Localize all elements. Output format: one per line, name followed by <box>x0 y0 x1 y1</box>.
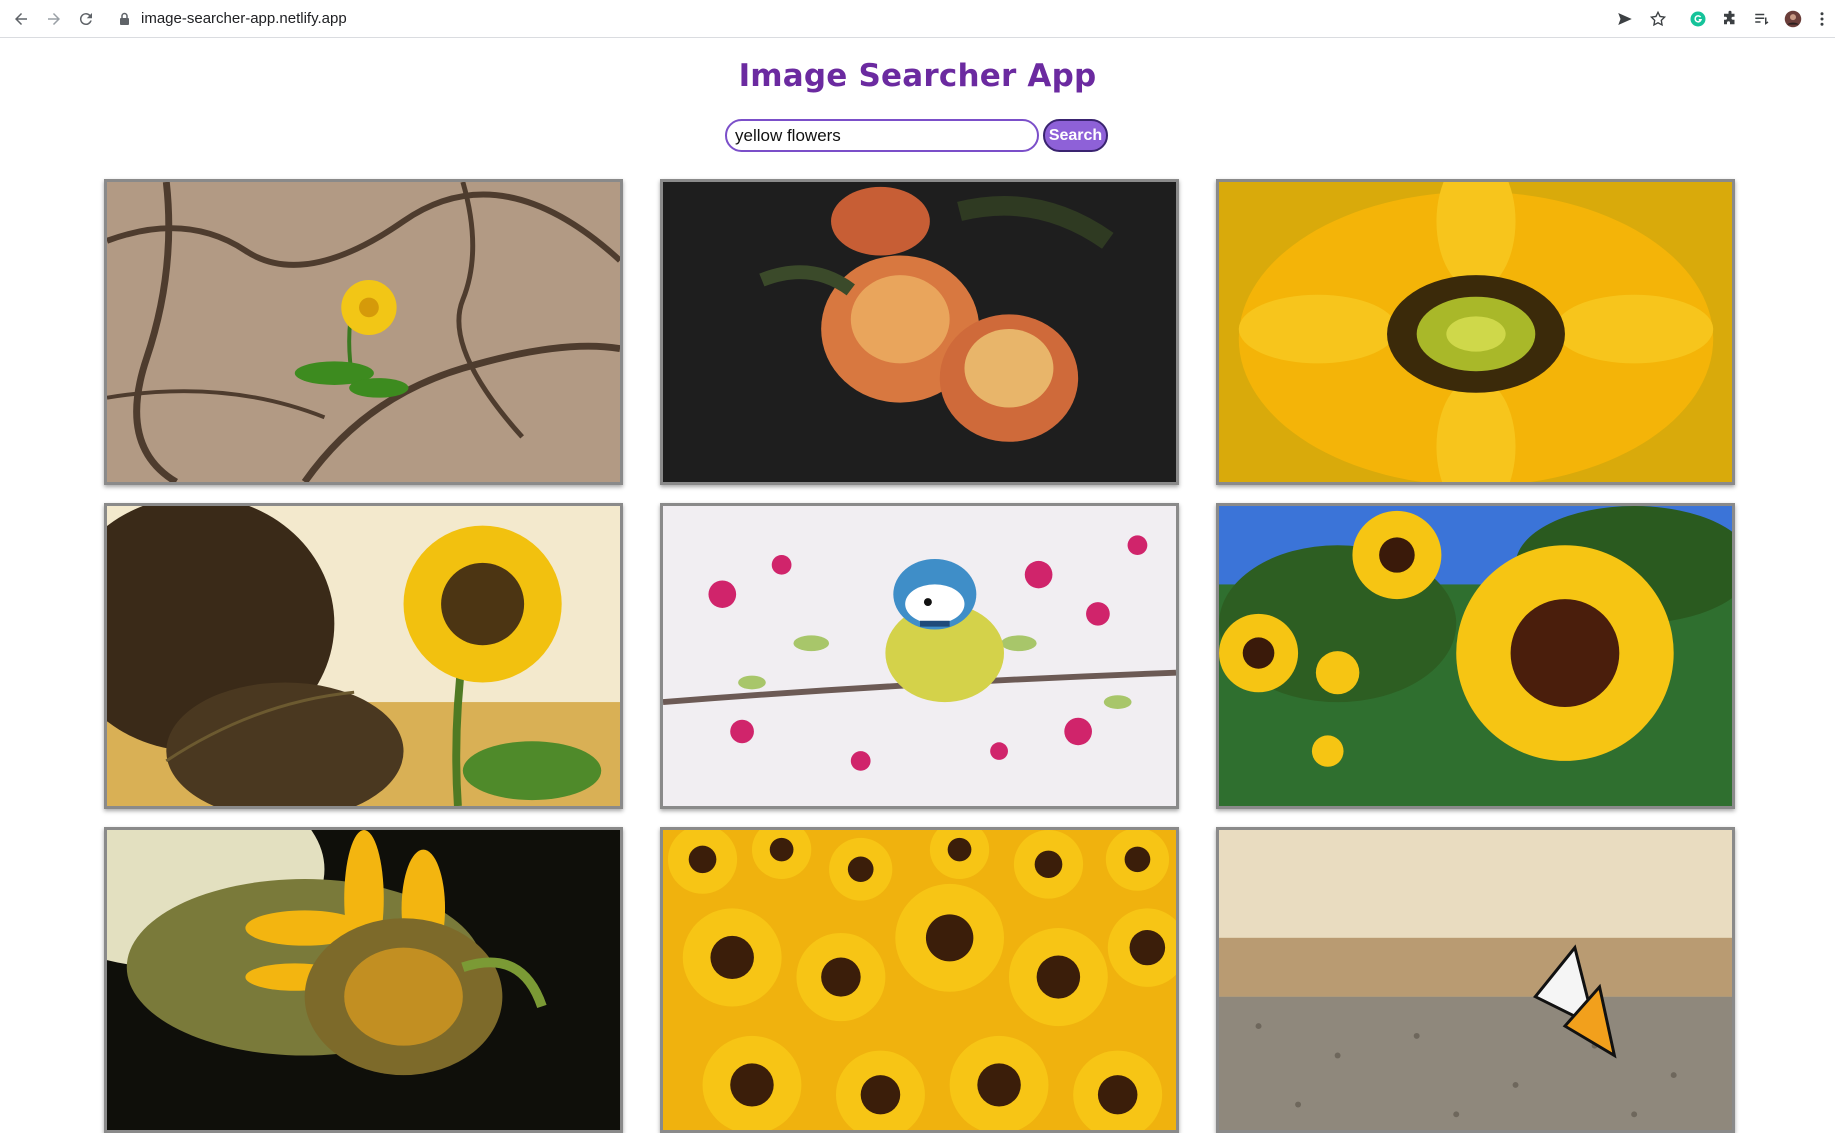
back-icon[interactable] <box>9 7 33 31</box>
forward-icon[interactable] <box>42 7 66 31</box>
menu-icon[interactable] <box>1815 8 1829 30</box>
result-image[interactable] <box>104 503 623 809</box>
result-image[interactable] <box>1216 503 1735 809</box>
grammarly-icon[interactable] <box>1687 8 1709 30</box>
address-bar-url[interactable]: image-searcher-app.netlify.app <box>141 10 347 27</box>
result-image[interactable] <box>1216 827 1735 1133</box>
result-image[interactable] <box>660 827 1179 1133</box>
result-image[interactable] <box>104 179 623 485</box>
search-button[interactable]: Search <box>1043 119 1108 152</box>
lock-icon[interactable] <box>119 12 130 26</box>
send-icon[interactable] <box>1614 8 1636 30</box>
search-input[interactable] <box>725 119 1039 152</box>
profile-avatar[interactable] <box>1782 8 1804 30</box>
result-image[interactable] <box>1216 179 1735 485</box>
page-title: Image Searcher App <box>738 58 1097 94</box>
star-icon[interactable] <box>1647 8 1669 30</box>
result-image[interactable] <box>660 503 1179 809</box>
reload-icon[interactable] <box>74 7 98 31</box>
reading-list-icon[interactable] <box>1751 8 1773 30</box>
result-image[interactable] <box>660 179 1179 485</box>
browser-toolbar: image-searcher-app.netlify.app <box>0 0 1835 38</box>
extensions-icon[interactable] <box>1719 8 1741 30</box>
result-image[interactable] <box>104 827 623 1133</box>
